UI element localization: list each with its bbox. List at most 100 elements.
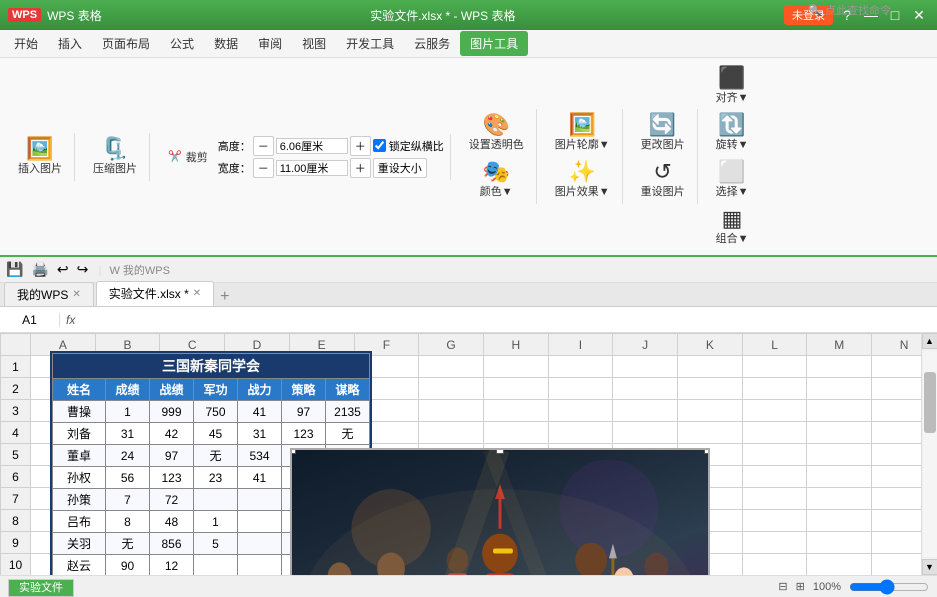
- cell-r6-c11[interactable]: [742, 466, 807, 488]
- handle-top-right[interactable]: [704, 448, 710, 454]
- cell-r2-c6[interactable]: [419, 378, 484, 400]
- data-cell-3-2[interactable]: 123: [150, 467, 194, 489]
- search-bar[interactable]: 🔍 点此查找命令: [802, 0, 897, 20]
- change-img-btn[interactable]: 🔄 更改图片: [635, 111, 691, 155]
- data-cell-5-1[interactable]: 8: [106, 511, 150, 533]
- data-cell-0-3[interactable]: 750: [194, 401, 238, 423]
- col-J[interactable]: J: [613, 334, 678, 356]
- data-cell-0-6[interactable]: 2135: [326, 401, 370, 423]
- data-cell-6-0[interactable]: 关羽: [53, 533, 106, 555]
- combine-btn[interactable]: ▦ 组合▼: [710, 205, 755, 249]
- data-cell-4-0[interactable]: 孙策: [53, 489, 106, 511]
- compress-image-btn[interactable]: 🗜️ 压缩图片: [87, 135, 143, 179]
- cell-r10-c12[interactable]: [807, 554, 872, 576]
- cell-r3-c10[interactable]: [678, 400, 743, 422]
- data-cell-5-3[interactable]: 1: [194, 511, 238, 533]
- col-G[interactable]: G: [419, 334, 484, 356]
- cell-r1-c9[interactable]: [613, 356, 678, 378]
- col-L[interactable]: L: [742, 334, 807, 356]
- width-increase[interactable]: ＋: [350, 158, 371, 178]
- cell-r2-c10[interactable]: [678, 378, 743, 400]
- save-btn[interactable]: 💾: [4, 259, 25, 280]
- data-cell-2-1[interactable]: 24: [106, 445, 150, 467]
- new-tab-btn[interactable]: +: [216, 288, 233, 306]
- cell-r2-c12[interactable]: [807, 378, 872, 400]
- cell-r3-c12[interactable]: [807, 400, 872, 422]
- cell-r4-c7[interactable]: [483, 422, 548, 444]
- undo-btn[interactable]: ↩: [55, 259, 71, 280]
- cell-r1-c11[interactable]: [742, 356, 807, 378]
- width-input[interactable]: [276, 160, 348, 176]
- select-btn[interactable]: ⬜ 选择▼: [710, 158, 755, 202]
- data-cell-3-3[interactable]: 23: [194, 467, 238, 489]
- cell-r2-c7[interactable]: [483, 378, 548, 400]
- handle-top-left[interactable]: [290, 448, 296, 454]
- data-cell-7-0[interactable]: 赵云: [53, 555, 106, 576]
- cell-r4-c11[interactable]: [742, 422, 807, 444]
- print-btn[interactable]: 🖨️: [29, 259, 50, 280]
- cell-r1-c8[interactable]: [548, 356, 613, 378]
- reset-size-btn[interactable]: 重设大小: [373, 158, 427, 178]
- data-cell-0-1[interactable]: 1: [106, 401, 150, 423]
- height-decrease[interactable]: －: [253, 136, 274, 156]
- align-btn[interactable]: ⬛ 对齐▼: [710, 64, 755, 108]
- menu-picture-tools[interactable]: 图片工具: [460, 31, 528, 56]
- cell-r2-c8[interactable]: [548, 378, 613, 400]
- set-transparent-btn[interactable]: 🎨 设置透明色: [463, 111, 530, 155]
- data-cell-7-2[interactable]: 12: [150, 555, 194, 576]
- height-increase[interactable]: ＋: [350, 136, 371, 156]
- tab-file[interactable]: 实验文件.xlsx * ✕: [96, 281, 214, 306]
- cell-r5-c12[interactable]: [807, 444, 872, 466]
- cell-r1-c7[interactable]: [483, 356, 548, 378]
- menu-data[interactable]: 数据: [204, 31, 248, 56]
- data-cell-6-2[interactable]: 856: [150, 533, 194, 555]
- data-cell-1-5[interactable]: 123: [282, 423, 326, 445]
- data-cell-1-2[interactable]: 42: [150, 423, 194, 445]
- col-M[interactable]: M: [807, 334, 872, 356]
- cell-reference[interactable]: A1: [0, 313, 60, 327]
- data-cell-7-1[interactable]: 90: [106, 555, 150, 576]
- scroll-thumb[interactable]: [924, 372, 936, 434]
- data-cell-3-4[interactable]: 41: [238, 467, 282, 489]
- data-cell-1-0[interactable]: 刘备: [53, 423, 106, 445]
- col-H[interactable]: H: [483, 334, 548, 356]
- data-cell-0-4[interactable]: 41: [238, 401, 282, 423]
- data-cell-7-3[interactable]: [194, 555, 238, 576]
- data-cell-2-3[interactable]: 无: [194, 445, 238, 467]
- tab-mywps[interactable]: 我的WPS ✕: [4, 282, 94, 306]
- col-K[interactable]: K: [678, 334, 743, 356]
- img-rotate-btn[interactable]: 🖼️ 图片轮廓▼: [549, 111, 616, 155]
- scroll-up-btn[interactable]: ▲: [922, 333, 937, 349]
- scroll-track[interactable]: [923, 351, 937, 557]
- data-cell-2-0[interactable]: 董卓: [53, 445, 106, 467]
- cell-r4-c6[interactable]: [419, 422, 484, 444]
- menu-cloud[interactable]: 云服务: [404, 31, 460, 56]
- width-decrease[interactable]: －: [253, 158, 274, 178]
- cell-r8-c11[interactable]: [742, 510, 807, 532]
- data-cell-4-1[interactable]: 7: [106, 489, 150, 511]
- data-cell-0-2[interactable]: 999: [150, 401, 194, 423]
- status-page-view[interactable]: ⊞: [796, 580, 805, 593]
- menu-review[interactable]: 审阅: [248, 31, 292, 56]
- data-cell-0-5[interactable]: 97: [282, 401, 326, 423]
- height-input[interactable]: [276, 138, 348, 154]
- data-cell-2-4[interactable]: 534: [238, 445, 282, 467]
- tab-mywps-close[interactable]: ✕: [72, 289, 80, 300]
- data-cell-7-4[interactable]: [238, 555, 282, 576]
- cell-r10-c11[interactable]: [742, 554, 807, 576]
- redo-btn[interactable]: ↪: [75, 259, 91, 280]
- floating-image[interactable]: － 🔍 ⊡ ▣: [290, 448, 710, 575]
- zoom-slider[interactable]: [849, 579, 929, 595]
- data-cell-1-3[interactable]: 45: [194, 423, 238, 445]
- sheet-tab-1[interactable]: 实验文件: [8, 579, 74, 597]
- data-cell-5-2[interactable]: 48: [150, 511, 194, 533]
- cell-r7-c12[interactable]: [807, 488, 872, 510]
- close-btn[interactable]: ✕: [909, 5, 929, 25]
- data-cell-1-1[interactable]: 31: [106, 423, 150, 445]
- scroll-down-btn[interactable]: ▼: [922, 559, 937, 575]
- cell-r4-c9[interactable]: [613, 422, 678, 444]
- menu-insert[interactable]: 插入: [48, 31, 92, 56]
- data-cell-5-0[interactable]: 吕布: [53, 511, 106, 533]
- cell-r4-c10[interactable]: [678, 422, 743, 444]
- cell-r7-c11[interactable]: [742, 488, 807, 510]
